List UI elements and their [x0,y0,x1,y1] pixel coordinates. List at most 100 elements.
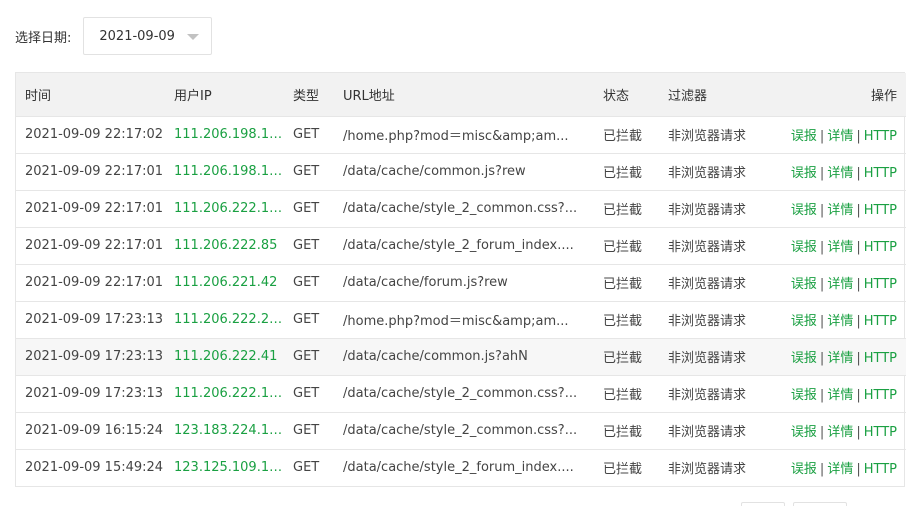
http-link[interactable]: HTTP [864,314,897,329]
table-row: 2021-09-09 15:49:24 123.125.109.138 GET/da… [16,449,906,486]
cell-ip: 111.206.198.179 [174,164,284,179]
cell-ops: 误报 | 详情 | HTTP [769,116,906,153]
op-separator: | [856,277,861,292]
op-separator: | [819,314,825,329]
cell-status: 已拦截 [603,351,643,366]
detail-link[interactable]: 详情 [827,462,853,477]
detail-link[interactable]: 详情 [827,166,853,181]
cell-type: GET [293,423,320,438]
cell-status: 已拦截 [603,314,643,329]
pagination-prev-button[interactable] [741,502,785,506]
cell-url: /data/cache/style_2_forum_index.... [343,238,574,253]
cell-time: 2021-09-09 16:15:24 [25,423,164,438]
http-link[interactable]: HTTP [864,388,897,403]
cell-time: 2021-09-09 22:17:01 [25,164,164,179]
cell-filter: 非浏览器请求 [668,277,747,292]
report-false-positive-link[interactable]: 误报 [791,462,817,477]
report-false-positive-link[interactable]: 误报 [791,425,817,440]
report-false-positive-link[interactable]: 误报 [791,277,817,292]
header-type: 类型 [293,88,320,104]
detail-link[interactable]: 详情 [827,240,853,255]
cell-ops: 误报 | 详情 | HTTP [769,264,906,301]
cell-time: 2021-09-09 22:17:01 [25,238,164,253]
cell-ip: 123.183.224.157 [174,423,284,438]
cell-status: 已拦截 [603,129,643,144]
header-url: URL地址 [343,88,395,104]
op-separator: | [819,277,825,292]
cell-ops: 误报 | 详情 | HTTP [769,153,906,190]
cell-filter: 非浏览器请求 [668,166,747,181]
table-row: 2021-09-09 16:15:24 123.183.224.157 GET/da… [16,412,906,449]
op-separator: | [856,203,861,218]
cell-type: GET [293,386,320,401]
cell-status: 已拦截 [603,203,643,218]
header-ops: 操作 [870,88,897,104]
cell-ops: 误报 | 详情 | HTTP [769,375,906,412]
http-link[interactable]: HTTP [864,129,897,144]
report-false-positive-link[interactable]: 误报 [791,240,817,255]
op-separator: | [819,351,825,366]
report-false-positive-link[interactable]: 误报 [791,388,817,403]
cell-ip: 123.125.109.138 [174,460,284,476]
cell-status: 已拦截 [603,388,643,403]
date-select[interactable]: 2021-09-09 [83,17,213,55]
cell-url: /data/cache/style_2_common.css?... [343,201,578,216]
cell-time: 2021-09-09 15:49:24 [25,460,164,476]
cell-status: 已拦截 [603,425,643,440]
cell-ops: 误报 | 详情 | HTTP [769,227,906,264]
op-separator: | [856,351,861,366]
date-select-value: 2021-09-09 [99,28,175,44]
cell-url: /home.php?mod＝misc&amp;am... [343,314,569,329]
http-link[interactable]: HTTP [864,425,897,440]
http-link[interactable]: HTTP [864,166,897,181]
http-link[interactable]: HTTP [864,203,897,218]
cell-time: 2021-09-09 22:17:01 [25,275,164,290]
report-false-positive-link[interactable]: 误报 [791,314,817,329]
pagination-next-button[interactable] [793,502,847,506]
cell-url: /home.php?mod＝misc&amp;am... [343,129,569,144]
cell-time: 2021-09-09 17:23:13 [25,312,164,327]
cell-type: GET [293,238,320,253]
report-false-positive-link[interactable]: 误报 [791,351,817,366]
cell-ip: 111.206.222.144 [174,386,284,401]
op-separator: | [819,129,825,144]
http-link[interactable]: HTTP [864,351,897,366]
detail-link[interactable]: 详情 [827,129,853,144]
report-false-positive-link[interactable]: 误报 [791,129,817,144]
cell-time: 2021-09-09 17:23:13 [25,386,164,401]
table-row: 2021-09-09 22:17:01 111.206.222.85 GET/dat… [16,227,906,264]
op-separator: | [856,166,861,181]
table-row: 2021-09-09 22:17:01 111.206.221.42 GET/dat… [16,264,906,301]
cell-ip: 111.206.222.85 [174,238,278,253]
cell-url: /data/cache/style_2_common.css?... [343,386,578,401]
detail-link[interactable]: 详情 [827,314,853,329]
cell-status: 已拦截 [603,277,643,292]
detail-link[interactable]: 详情 [827,277,853,292]
report-false-positive-link[interactable]: 误报 [791,166,817,181]
cell-ip: 111.206.222.221 [174,312,284,327]
cell-type: GET [293,164,320,179]
caret-down-icon [187,34,200,40]
cell-filter: 非浏览器请求 [668,425,747,440]
http-link[interactable]: HTTP [864,277,897,292]
cell-type: GET [293,201,320,216]
detail-link[interactable]: 详情 [827,203,853,218]
http-link[interactable]: HTTP [864,462,897,477]
cell-filter: 非浏览器请求 [668,240,747,255]
detail-link[interactable]: 详情 [827,351,853,366]
op-separator: | [856,240,861,255]
cell-ip: 111.206.222.41 [174,349,278,364]
op-separator: | [819,240,825,255]
table-row: 2021-09-09 22:17:02 111.206.198.124 GET/ho… [16,116,906,153]
detail-link[interactable]: 详情 [827,388,853,403]
header-status: 状态 [603,88,630,104]
cell-url: /data/cache/forum.js?rew [343,275,508,290]
http-link[interactable]: HTTP [864,240,897,255]
detail-link[interactable]: 详情 [827,425,853,440]
cell-time: 2021-09-09 22:17:02 [25,127,164,142]
cell-filter: 非浏览器请求 [668,129,747,144]
table-row: 2021-09-09 17:23:13 111.206.222.144 GET/da… [16,375,906,412]
cell-url: /data/cache/style_2_forum_index.... [343,460,574,476]
report-false-positive-link[interactable]: 误报 [791,203,817,218]
op-separator: | [856,129,861,144]
